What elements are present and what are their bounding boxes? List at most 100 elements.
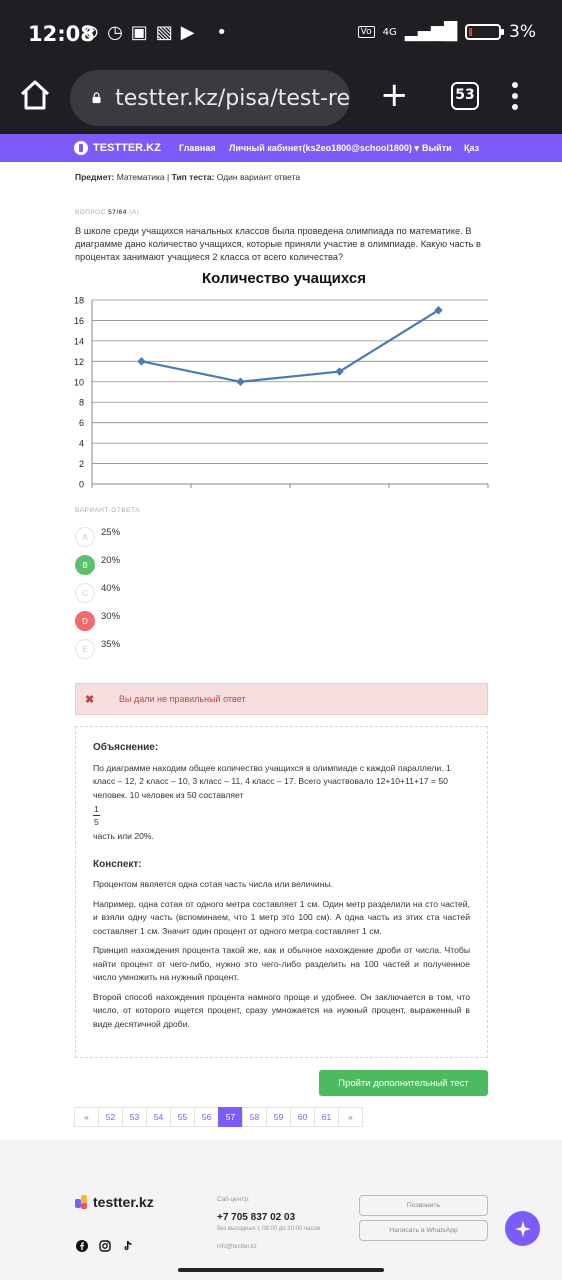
y-tick-label: 6 (79, 418, 84, 428)
network-type: 4G (382, 26, 397, 38)
pagination-page[interactable]: 55 (170, 1107, 195, 1127)
nav-logout-link[interactable]: Выйти (422, 143, 452, 153)
nav-home-link[interactable]: Главная (179, 143, 216, 153)
pagination-page[interactable]: 56 (194, 1107, 219, 1127)
additional-test-button[interactable]: Пройти дополнительный тест (319, 1070, 488, 1096)
answer-option[interactable]: E 35% (75, 639, 120, 659)
status-notification-icons: ⊘◷▣▧▶ • (84, 22, 235, 43)
summary-paragraph-4: Второй способ нахождения процента намног… (93, 991, 470, 1029)
browser-menu-icon[interactable] (512, 82, 518, 110)
site-logo-text: TESTTER.KZ (93, 142, 161, 154)
chevron-down-icon: ▾ (414, 143, 419, 153)
answer-letter-badge: B (75, 555, 95, 575)
y-tick-label: 8 (79, 398, 84, 408)
answer-option[interactable]: A 25% (75, 527, 120, 547)
test-type-label: Тип теста: (171, 172, 215, 182)
browser-toolbar: testter.kz/pisa/test-re + 53 (0, 64, 562, 134)
question-label: ВОПРОС (75, 209, 106, 216)
summary-paragraph-1: Процентом является одна сотая часть числ… (93, 879, 334, 889)
footer-email[interactable]: info@testter.kz (217, 1244, 257, 1250)
footer-logo-text: testter.kz (93, 1194, 154, 1210)
address-bar[interactable]: testter.kz/pisa/test-re (70, 70, 350, 126)
tiktok-icon[interactable] (122, 1240, 134, 1252)
pagination-prev[interactable]: « (74, 1107, 99, 1127)
assistant-fab[interactable] (505, 1211, 540, 1246)
answer-letter-badge: E (75, 639, 95, 659)
sparkle-icon (514, 1220, 531, 1237)
answer-text: 25% (101, 526, 121, 538)
error-icon: ✖ (85, 693, 95, 706)
gesture-bar (178, 1268, 384, 1272)
call-center-label: Call-центр: (217, 1196, 250, 1203)
volte-icon: Vo (357, 26, 375, 38)
explanation-title: Объяснение: (93, 742, 159, 753)
fraction: 1 5 (93, 803, 100, 828)
answer-text: 40% (101, 582, 121, 594)
test-meta: Предмет: Математика | Тип теста: Один ва… (75, 172, 300, 182)
footer-logo-icon (75, 1195, 89, 1209)
chart-title: Количество учащихся (202, 270, 366, 287)
pagination-page[interactable]: 58 (242, 1107, 267, 1127)
fraction-numerator: 1 (93, 804, 100, 816)
footer-phone[interactable]: +7 705 837 02 03 (217, 1212, 295, 1223)
question-text: В школе среди учащихся начальных классов… (75, 226, 481, 262)
nav-cabinet-link[interactable]: Личный кабинет(ks2eo1800@school1800) ▾ (229, 143, 419, 154)
home-icon[interactable] (18, 78, 52, 112)
logo-icon (74, 141, 88, 155)
site-footer: testter.kz Call-центр: +7 705 837 02 03 … (0, 1140, 562, 1280)
answer-text: 30% (101, 610, 121, 622)
series-line (141, 309, 440, 383)
answer-letter-badge: C (75, 583, 95, 603)
answer-text: 35% (101, 638, 121, 650)
call-button[interactable]: Позвонить (359, 1195, 488, 1216)
new-tab-icon[interactable]: + (380, 78, 409, 112)
answer-text: 20% (101, 554, 121, 566)
pagination-page[interactable]: 60 (290, 1107, 315, 1127)
pagination-page[interactable]: 52 (98, 1107, 123, 1127)
explanation-panel: Объяснение: По диаграмме находим общее к… (75, 726, 488, 1058)
y-tick-label: 16 (74, 316, 84, 326)
pagination-page[interactable]: 54 (146, 1107, 171, 1127)
nav-language-link[interactable]: Қаз (464, 143, 479, 153)
pagination-page[interactable]: 59 (266, 1107, 291, 1127)
facebook-icon[interactable] (76, 1240, 88, 1252)
status-right: Vo 4G ▂▄▆█ 3% (357, 22, 536, 42)
site-logo[interactable]: TESTTER.KZ (74, 141, 161, 155)
explanation-text: По диаграмме находим общее количество уч… (93, 762, 451, 800)
question-level: (A) (129, 209, 140, 216)
y-tick-label: 10 (74, 377, 84, 387)
footer-hours: без выходных с 08:00 до 20:00 часов (217, 1226, 321, 1232)
question-pagination: «52 53 54 55 56 57 58 59 60 61» (74, 1107, 363, 1127)
answer-option[interactable]: D 30% (75, 611, 120, 631)
signal-icon: ▂▄▆█ (404, 22, 458, 42)
wrong-answer-alert: ✖ Вы дали не правильный ответ (75, 683, 488, 715)
instagram-icon[interactable] (99, 1240, 111, 1252)
answer-option[interactable]: C 40% (75, 583, 120, 603)
answer-option[interactable]: B 20% (75, 555, 120, 575)
answers-label: ВАРИАНТ ОТВЕТА (75, 507, 141, 514)
summary-title: Конспект: (93, 858, 142, 870)
pagination-page[interactable]: 61 (314, 1107, 339, 1127)
data-point (236, 377, 245, 387)
whatsapp-button[interactable]: Написать в WhatsApp (359, 1220, 488, 1241)
y-tick-label: 0 (79, 480, 84, 490)
summary-paragraph-2: Например, одна сотая от одного метра сос… (93, 898, 470, 936)
students-line-chart: Количество учащихся 0 2 4 6 8 10 12 14 16 18 (74, 270, 489, 490)
footer-logo[interactable]: testter.kz (75, 1194, 154, 1210)
social-links (76, 1240, 134, 1252)
tab-switcher-button[interactable]: 53 (451, 82, 479, 110)
pagination-next[interactable]: » (338, 1107, 363, 1127)
answer-letter-badge: D (75, 611, 95, 631)
site-navbar: TESTTER.KZ Главная Личный кабинет(ks2eo1… (0, 134, 562, 162)
summary-paragraph-3: Принцип нахождения процента такой же, ка… (93, 945, 470, 982)
y-tick-label: 18 (74, 296, 84, 306)
url-text: testter.kz/pisa/test-re (115, 85, 350, 111)
lock-icon (92, 92, 101, 104)
fraction-denominator: 5 (94, 817, 99, 827)
question-number: ВОПРОС 57/64 (A) (75, 209, 139, 216)
alert-text: Вы дали не правильный ответ (119, 694, 246, 704)
meta-separator: | (166, 172, 170, 182)
explanation-after: часть или 20%. (93, 831, 154, 841)
pagination-page[interactable]: 53 (122, 1107, 147, 1127)
pagination-page[interactable]: 57 (218, 1107, 243, 1127)
